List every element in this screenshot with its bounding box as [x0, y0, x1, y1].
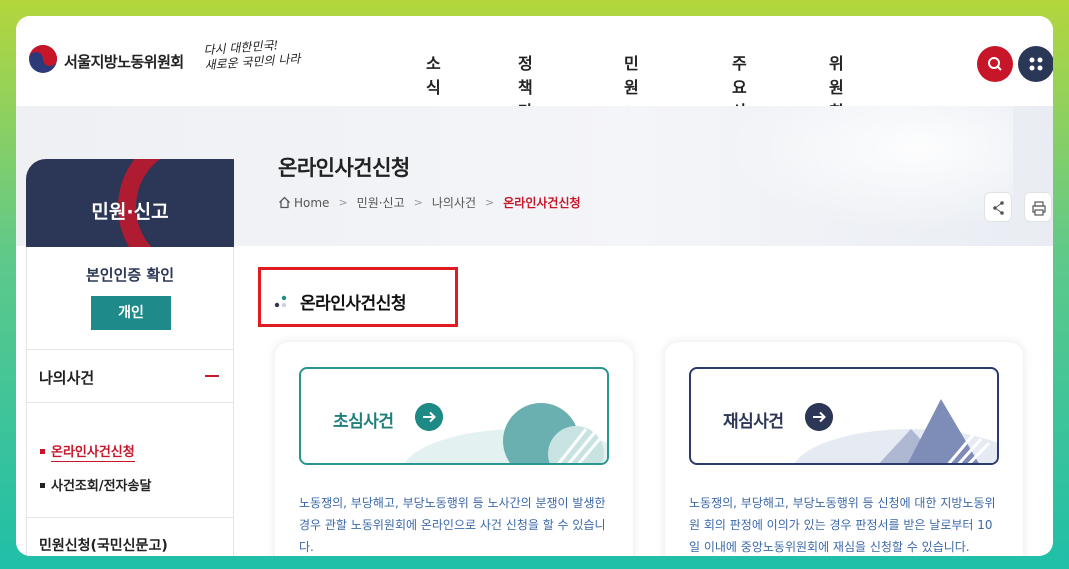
sidebar: 본인인증 확인 개인 나의사건 온라인사건신청 사건조회/전자송달 민원신청(국…: [26, 247, 234, 556]
sidebar-subitem-case-lookup[interactable]: 사건조회/전자송달: [51, 475, 151, 494]
share-icon: [993, 201, 1004, 215]
share-button[interactable]: [984, 192, 1012, 222]
divider: [27, 349, 233, 350]
chevron-right-icon: >: [338, 196, 348, 209]
slogan: 다시 대한민국! 새로운 국민의 나라: [203, 37, 301, 74]
breadcrumb-item[interactable]: 민원·신고: [357, 194, 405, 211]
sidebar-item-petition[interactable]: 민원신청(국민신문고): [39, 535, 168, 555]
breadcrumb-home[interactable]: Home: [294, 196, 329, 210]
sidebar-subitem-online-case[interactable]: 온라인사건신청: [51, 441, 135, 462]
re-examination-case-button[interactable]: 재심사건: [689, 367, 999, 465]
case-card-first: 초심사건 노동쟁의, 부당해고, 부당노동행위 등 노사간의 분쟁이 발생한 경…: [275, 342, 633, 556]
chevron-right-icon: >: [485, 196, 495, 209]
browser-frame: 서울지방노동위원회 다시 대한민국! 새로운 국민의 나라 소식 정책마당 민원…: [16, 16, 1053, 556]
card-description: 노동쟁의, 부당해고, 부당노동행위 등 신청에 대한 지방노동위원 회의 판정…: [689, 496, 996, 554]
page-title: 온라인사건신청: [278, 156, 410, 180]
print-button[interactable]: [1024, 192, 1052, 222]
breadcrumb-current: 온라인사건신청: [503, 196, 581, 210]
arrow-right-icon: [805, 403, 833, 431]
org-name[interactable]: 서울지방노동위원회: [64, 51, 184, 72]
collapse-minus-icon[interactable]: [205, 375, 219, 377]
case-card-second: 재심사건 노동쟁의, 부당해고, 부당노동행위 등 신청에 대한 지방노동위원 …: [665, 342, 1023, 556]
bullet-icon: [40, 483, 45, 488]
home-icon[interactable]: [278, 196, 291, 209]
arrow-right-icon: [415, 403, 443, 431]
sidebar-header: 민원·신고: [26, 159, 234, 247]
breadcrumb: Home > 민원·신고 > 나의사건 > 온라인사건신청: [278, 194, 581, 211]
first-instance-case-button[interactable]: 초심사건: [299, 367, 609, 465]
section-title: 온라인사건신청: [300, 294, 406, 314]
divider: [27, 402, 233, 403]
taegeuk-logo-icon[interactable]: [28, 44, 58, 74]
nav-news[interactable]: 소식: [426, 50, 441, 98]
auth-label: 본인인증 확인: [85, 266, 175, 284]
breadcrumb-item[interactable]: 나의사건: [432, 194, 476, 211]
bullet-icon: [40, 449, 45, 454]
card-label: 초심사건: [333, 412, 394, 432]
search-icon: [988, 57, 1002, 71]
site-header: 서울지방노동위원회 다시 대한민국! 새로운 국민의 나라 소식 정책마당 민원…: [16, 16, 1053, 169]
chevron-right-icon: >: [413, 196, 423, 209]
all-menu-button[interactable]: [1018, 46, 1053, 82]
card-label: 재심사건: [723, 412, 784, 432]
card-description: 노동쟁의, 부당해고, 부당노동행위 등 노사간의 분쟁이 발생한 경우 관할 …: [299, 496, 606, 554]
divider: [27, 517, 233, 518]
auth-individual-button[interactable]: 개인: [91, 296, 171, 330]
search-button[interactable]: [977, 46, 1013, 82]
sidebar-title: 민원·신고: [91, 201, 169, 223]
sidebar-item-mycase[interactable]: 나의사건: [39, 367, 94, 388]
section-dots-icon: [274, 295, 287, 308]
print-icon: [1032, 201, 1046, 216]
grid-menu-icon: [1029, 57, 1043, 71]
